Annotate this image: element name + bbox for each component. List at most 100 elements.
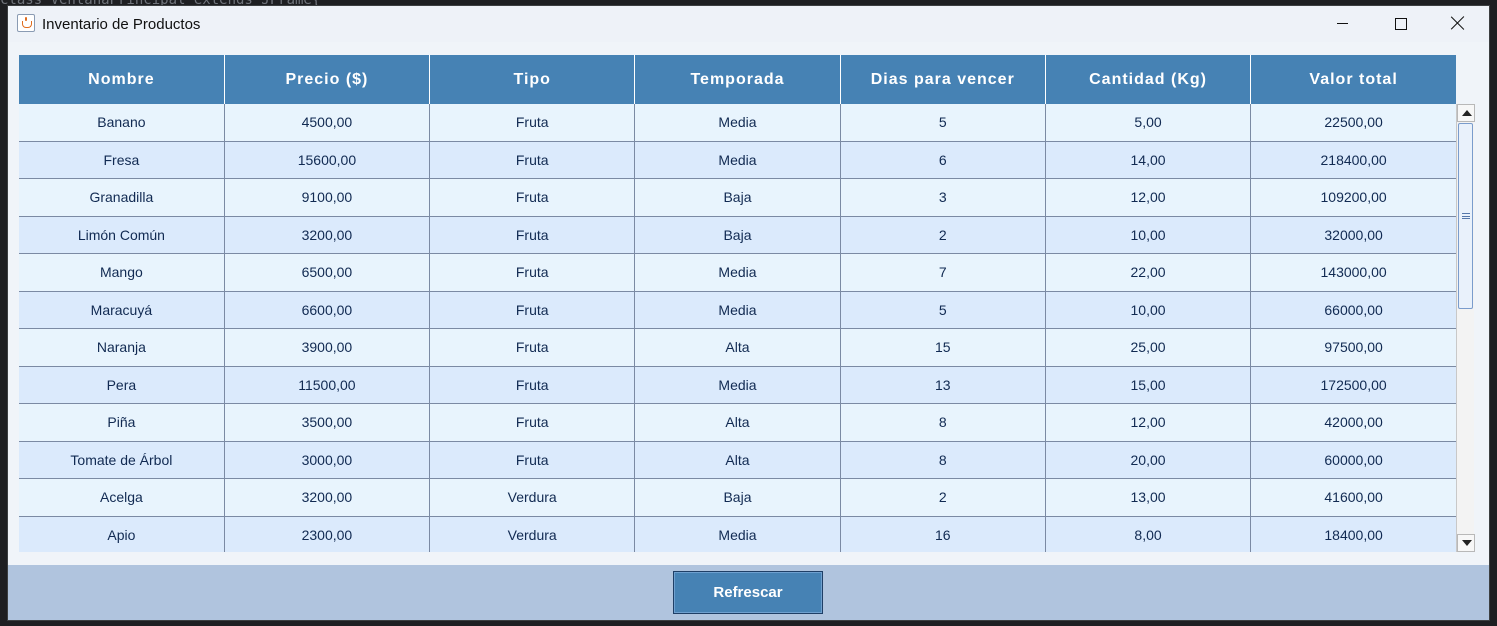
table-cell[interactable]: 22,00 [1045,253,1252,292]
table-cell[interactable]: Fruta [429,216,636,254]
scroll-down-button[interactable] [1457,534,1475,552]
column-header[interactable]: Dias para vencer [840,55,1046,104]
table-cell[interactable]: Limón Común [19,216,225,254]
table-cell[interactable]: Acelga [19,478,225,517]
table-row[interactable]: Maracuyá 6600,00 Fruta Media 5 10,00 66000,00 [19,291,1456,329]
table-cell[interactable]: Fruta [429,253,636,292]
table-cell[interactable]: 32000,00 [1250,216,1456,254]
table-cell[interactable]: 13,00 [1045,478,1252,517]
table-cell[interactable]: 3 [840,178,1046,217]
table-cell[interactable]: 5 [840,104,1046,142]
table-cell[interactable]: Apio [19,516,225,552]
table-cell[interactable]: Media [634,366,841,404]
scroll-thumb[interactable] [1458,123,1473,309]
table-row[interactable]: Mango 6500,00 Fruta Media 7 22,00 143000,00 [19,253,1456,292]
table-cell[interactable]: 6600,00 [224,291,431,329]
table-cell[interactable]: Fruta [429,366,636,404]
table-row[interactable]: Banano 4500,00 Fruta Media 5 5,00 22500,00 [19,104,1456,142]
table-cell[interactable]: 4500,00 [224,104,431,142]
table-cell[interactable]: 14,00 [1045,141,1252,179]
table-row[interactable]: Acelga 3200,00 Verdura Baja 2 13,00 41600,00 [19,478,1456,517]
close-button[interactable] [1429,6,1487,42]
table-cell[interactable]: Baja [634,178,841,217]
table-cell[interactable]: 11500,00 [224,366,431,404]
table-cell[interactable]: Fruta [429,178,636,217]
table-row[interactable]: Pera 11500,00 Fruta Media 13 15,00 172500,00 [19,366,1456,404]
table-cell[interactable]: Piña [19,403,225,442]
table-cell[interactable]: Media [634,291,841,329]
table-cell[interactable]: 2 [840,216,1046,254]
table-cell[interactable]: 13 [840,366,1046,404]
table-cell[interactable]: 3900,00 [224,328,431,367]
table-cell[interactable]: Verdura [429,478,636,517]
column-header[interactable]: Valor total [1250,55,1456,104]
table-cell[interactable]: Tomate de Árbol [19,441,225,479]
table-cell[interactable]: 3000,00 [224,441,431,479]
table-cell[interactable]: 8 [840,403,1046,442]
inventory-table-viewport[interactable]: Nombre Precio ($) Tipo Temporada Dias para v… [19,55,1456,552]
table-cell[interactable]: 7 [840,253,1046,292]
table-cell[interactable]: 22500,00 [1250,104,1456,142]
refresh-button[interactable]: Refrescar [673,571,823,614]
table-cell[interactable]: Pera [19,366,225,404]
table-cell[interactable]: Fresa [19,141,225,179]
table-cell[interactable]: 172500,00 [1250,366,1456,404]
table-cell[interactable]: 218400,00 [1250,141,1456,179]
table-cell[interactable]: Fruta [429,441,636,479]
table-cell[interactable]: Baja [634,478,841,517]
table-row[interactable]: Tomate de Árbol 3000,00 Fruta Alta 8 20,00 600… [19,441,1456,479]
table-cell[interactable]: Granadilla [19,178,225,217]
table-cell[interactable]: Media [634,516,841,552]
table-row[interactable]: Naranja 3900,00 Fruta Alta 15 25,00 97500,00 [19,328,1456,367]
table-cell[interactable]: Alta [634,441,841,479]
table-cell[interactable]: Alta [634,328,841,367]
table-cell[interactable]: Fruta [429,328,636,367]
table-cell[interactable]: 10,00 [1045,291,1252,329]
table-cell[interactable]: 6 [840,141,1046,179]
table-cell[interactable]: Naranja [19,328,225,367]
table-cell[interactable]: Baja [634,216,841,254]
table-cell[interactable]: 6500,00 [224,253,431,292]
table-cell[interactable]: 15 [840,328,1046,367]
table-cell[interactable]: Fruta [429,291,636,329]
table-row[interactable]: Limón Común 3200,00 Fruta Baja 2 10,00 32000,0… [19,216,1456,254]
table-cell[interactable]: Media [634,253,841,292]
table-cell[interactable]: Mango [19,253,225,292]
column-header[interactable]: Nombre [19,55,225,104]
table-cell[interactable]: Fruta [429,141,636,179]
table-cell[interactable]: 8 [840,441,1046,479]
table-cell[interactable]: Fruta [429,104,636,142]
table-cell[interactable]: Media [634,141,841,179]
table-cell[interactable]: Banano [19,104,225,142]
table-cell[interactable]: Alta [634,403,841,442]
maximize-button[interactable] [1371,6,1429,42]
table-cell[interactable]: 5,00 [1045,104,1252,142]
table-cell[interactable]: 10,00 [1045,216,1252,254]
table-cell[interactable]: Maracuyá [19,291,225,329]
table-cell[interactable]: 42000,00 [1250,403,1456,442]
column-header[interactable]: Cantidad (Kg) [1045,55,1252,104]
column-header[interactable]: Temporada [634,55,841,104]
table-cell[interactable]: 60000,00 [1250,441,1456,479]
vertical-scrollbar[interactable] [1456,104,1475,552]
table-cell[interactable]: 2 [840,478,1046,517]
table-cell[interactable]: 18400,00 [1250,516,1456,552]
table-cell[interactable]: 3200,00 [224,478,431,517]
table-cell[interactable]: 15600,00 [224,141,431,179]
table-cell[interactable]: 143000,00 [1250,253,1456,292]
table-cell[interactable]: 3500,00 [224,403,431,442]
column-header[interactable]: Tipo [429,55,636,104]
table-cell[interactable]: Fruta [429,403,636,442]
table-cell[interactable]: 2300,00 [224,516,431,552]
table-cell[interactable]: 41600,00 [1250,478,1456,517]
table-cell[interactable]: 66000,00 [1250,291,1456,329]
table-cell[interactable]: 109200,00 [1250,178,1456,217]
table-cell[interactable]: 12,00 [1045,178,1252,217]
table-row[interactable]: Granadilla 9100,00 Fruta Baja 3 12,00 109200,0… [19,178,1456,217]
table-cell[interactable]: 20,00 [1045,441,1252,479]
table-cell[interactable]: 3200,00 [224,216,431,254]
table-row[interactable]: Apio 2300,00 Verdura Media 16 8,00 18400,00 [19,516,1456,552]
table-cell[interactable]: 8,00 [1045,516,1252,552]
table-cell[interactable]: Media [634,104,841,142]
column-header[interactable]: Precio ($) [224,55,431,104]
